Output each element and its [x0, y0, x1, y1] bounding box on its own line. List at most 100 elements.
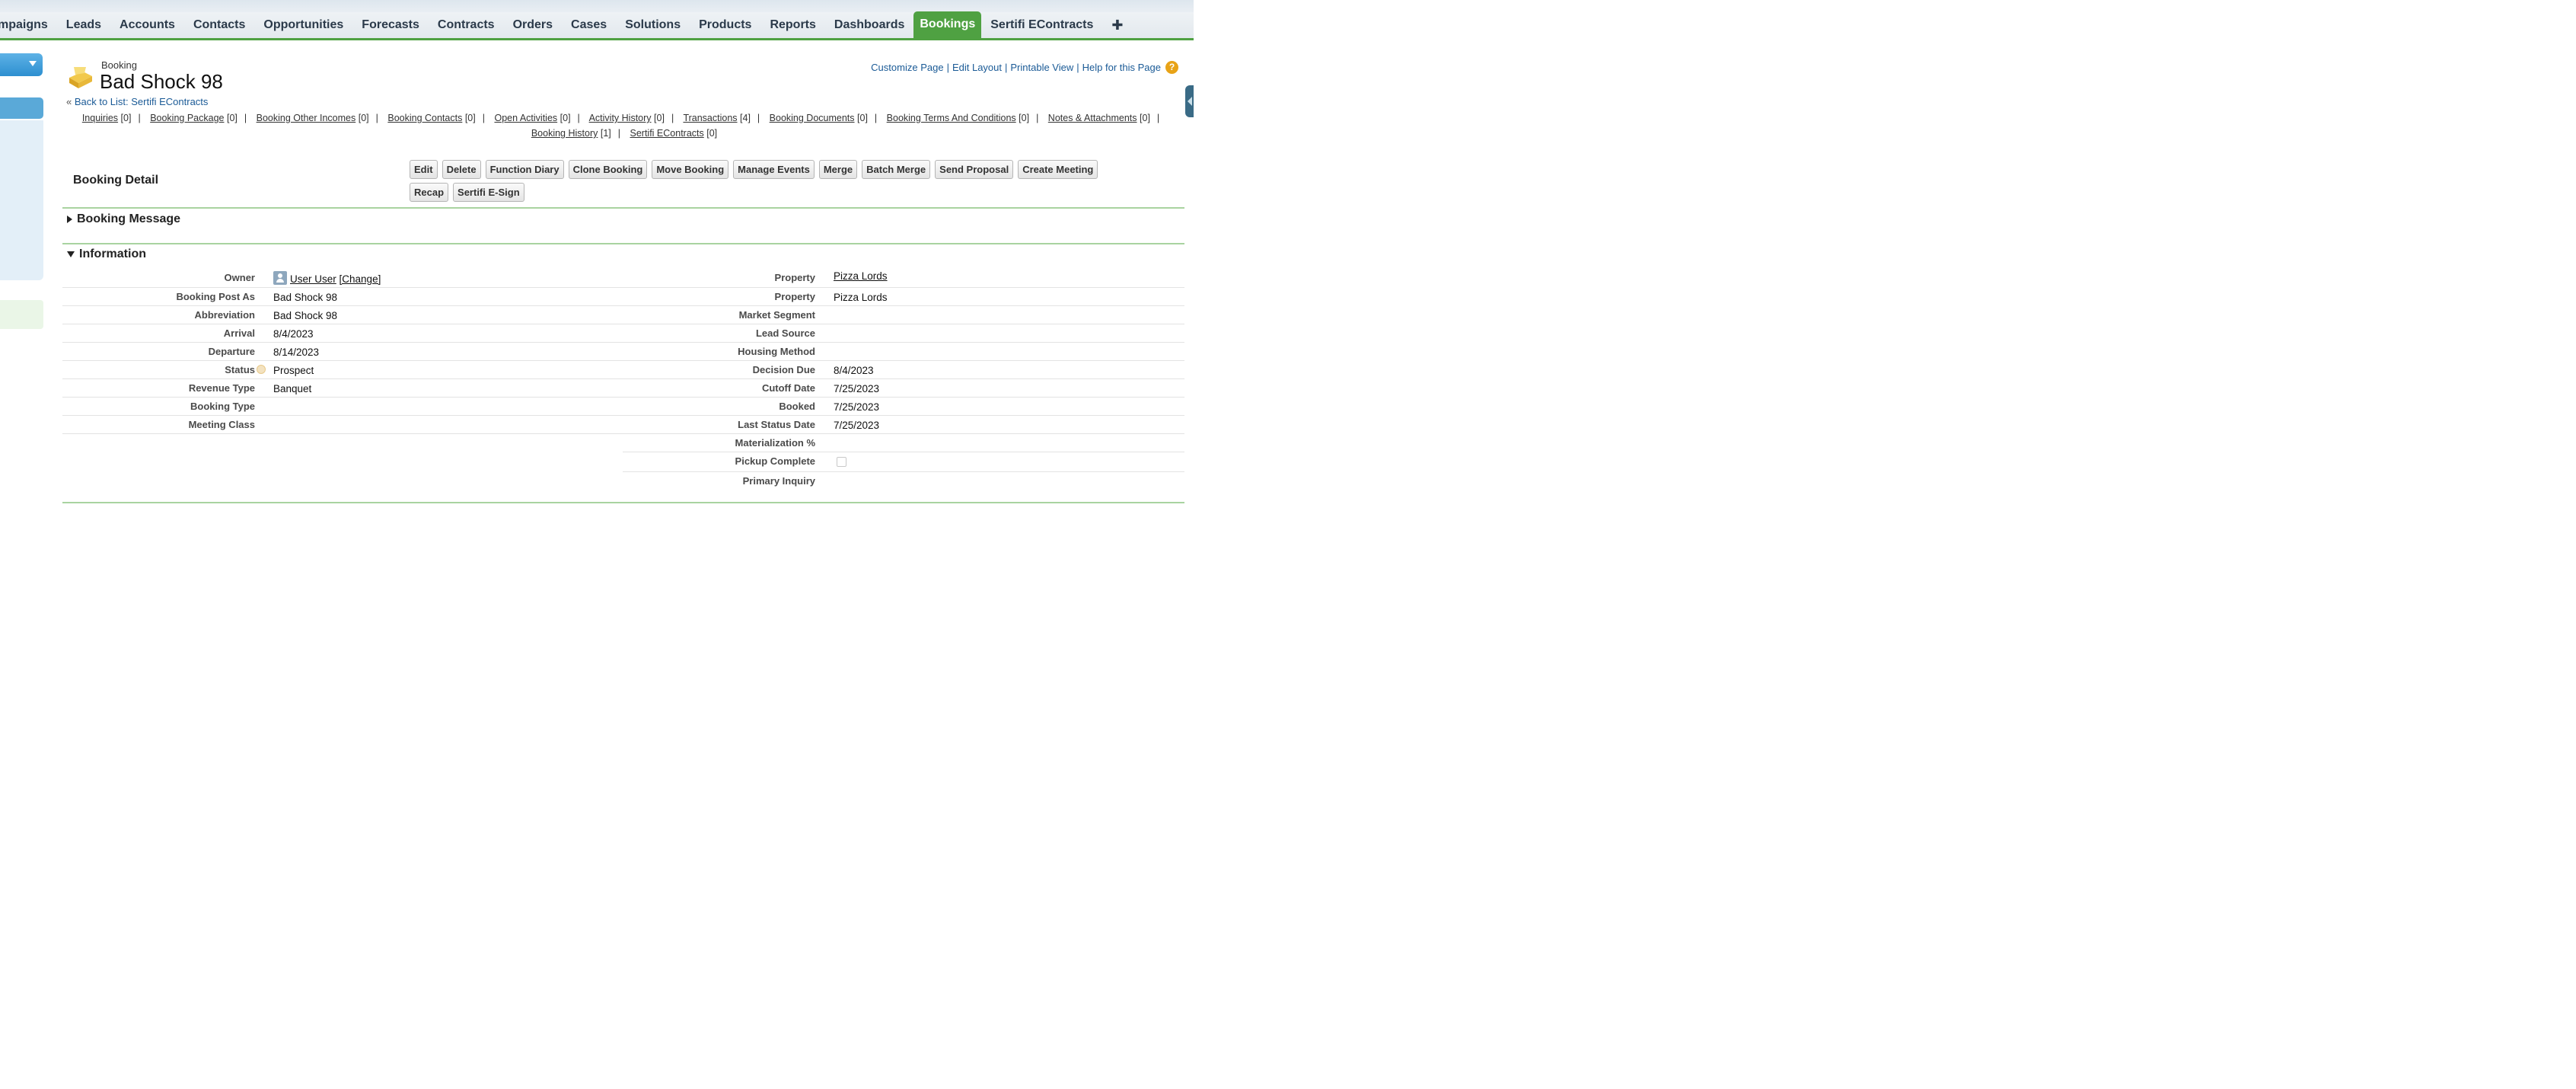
tab-dashboards[interactable]: Dashboards [825, 12, 913, 38]
field-row-property: Property Pizza Lords [623, 288, 1184, 306]
related-count: [0] [464, 113, 476, 123]
sidebar-header [0, 97, 43, 119]
field-row-pickup-complete: Pickup Complete [623, 452, 1184, 472]
tab-products[interactable]: Products [690, 12, 760, 38]
tab-opportunities[interactable]: Opportunities [254, 12, 352, 38]
move-booking-button[interactable]: Move Booking [652, 160, 729, 179]
related-separator: | [1036, 113, 1039, 123]
field-label: Last Status Date [738, 419, 815, 430]
create-meeting-button[interactable]: Create Meeting [1018, 160, 1098, 179]
field-value [837, 457, 846, 469]
field-row-lead-source: Lead Source [623, 324, 1184, 343]
field-row-last-status-date: Last Status Date 7/25/2023 [623, 416, 1184, 434]
info-icon[interactable] [257, 365, 266, 374]
field-label: Market Segment [738, 309, 815, 321]
field-value: User User [Change] [273, 271, 381, 285]
field-row-booking-post-as: Booking Post As Bad Shock 98 [62, 288, 623, 306]
delete-button[interactable]: Delete [442, 160, 481, 179]
field-value: 7/25/2023 [834, 401, 880, 413]
field-value: 7/25/2023 [834, 383, 880, 394]
related-link-booking-other-incomes[interactable]: Booking Other Incomes [257, 113, 356, 123]
related-link-notes-attachments[interactable]: Notes & Attachments [1048, 113, 1137, 123]
owner-link[interactable]: User User [290, 273, 336, 285]
add-tab-plus-icon[interactable]: ✚ [1102, 12, 1132, 38]
clone-booking-button[interactable]: Clone Booking [568, 160, 648, 179]
sidebar-green-panel [0, 300, 43, 329]
field-row-decision-due: Decision Due 8/4/2023 [623, 361, 1184, 379]
section-divider [62, 502, 1184, 503]
field-value: Banquet [273, 383, 312, 394]
related-link-inquiries[interactable]: Inquiries [82, 113, 118, 123]
related-link-open-activities[interactable]: Open Activities [494, 113, 557, 123]
related-link-booking-terms[interactable]: Booking Terms And Conditions [887, 113, 1016, 123]
field-row-departure: Departure 8/14/2023 [62, 343, 623, 361]
record-type-label: Booking [101, 59, 137, 71]
related-link-booking-package[interactable]: Booking Package [150, 113, 224, 123]
link-separator: | [1005, 62, 1008, 73]
field-label: Arrival [223, 327, 255, 339]
expand-arrow-icon [67, 216, 72, 223]
pickup-complete-checkbox [837, 457, 846, 467]
dropdown-caret-icon [29, 61, 37, 66]
field-label: Booking Type [190, 401, 255, 412]
collapse-arrow-icon [67, 251, 75, 257]
related-link-transactions[interactable]: Transactions [683, 113, 737, 123]
tab-leads[interactable]: Leads [57, 12, 110, 38]
merge-button[interactable]: Merge [818, 160, 858, 179]
sidebar-create-new-dropdown[interactable] [0, 53, 43, 76]
related-list-links-row-2: Booking History [1] | Sertifi EContracts … [61, 128, 1188, 139]
change-owner-link[interactable]: [Change] [340, 273, 381, 285]
recap-button[interactable]: Recap [410, 183, 449, 202]
edit-layout-link[interactable]: Edit Layout [952, 62, 1002, 73]
related-separator: | [874, 113, 878, 123]
related-link-booking-history[interactable]: Booking History [531, 128, 598, 139]
sidebar-panel [0, 120, 43, 280]
related-link-booking-documents[interactable]: Booking Documents [770, 113, 855, 123]
booking-message-section[interactable]: Booking Message [67, 212, 180, 226]
tab-orders[interactable]: Orders [504, 12, 562, 38]
tab-forecasts[interactable]: Forecasts [352, 12, 429, 38]
customize-page-link[interactable]: Customize Page [871, 62, 943, 73]
tab-cases[interactable]: Cases [562, 12, 616, 38]
related-separator: | [757, 113, 760, 123]
tab-bookings[interactable]: Bookings [913, 11, 982, 38]
information-section[interactable]: Information [67, 248, 146, 261]
related-separator: | [671, 113, 674, 123]
field-label: Pickup Complete [735, 455, 815, 467]
property-link[interactable]: Pizza Lords [834, 270, 888, 282]
tab-campaigns[interactable]: mpaigns [0, 12, 57, 38]
booking-detail-title: Booking Detail [73, 174, 159, 187]
field-value: 7/25/2023 [834, 420, 880, 431]
related-link-activity-history[interactable]: Activity History [589, 113, 652, 123]
tab-sertifi-econtracts[interactable]: Sertifi EContracts [981, 12, 1102, 38]
help-link[interactable]: Help for this Page [1082, 62, 1161, 73]
field-label: Primary Inquiry [742, 475, 815, 487]
back-to-list-link[interactable]: Back to List: Sertifi EContracts [75, 96, 209, 107]
page-title: Bad Shock 98 [100, 70, 223, 93]
field-value: Prospect [273, 365, 314, 376]
tab-accounts[interactable]: Accounts [110, 12, 184, 38]
help-icon[interactable]: ? [1165, 61, 1178, 74]
edit-button[interactable]: Edit [410, 160, 438, 179]
related-count: [4] [740, 113, 751, 123]
field-row-abbreviation: Abbreviation Bad Shock 98 [62, 306, 623, 324]
related-count: [0] [706, 128, 718, 139]
related-link-sertifi-econtracts[interactable]: Sertifi EContracts [630, 128, 704, 139]
field-label: Materialization % [735, 437, 815, 449]
batch-merge-button[interactable]: Batch Merge [862, 160, 931, 179]
tab-contacts[interactable]: Contacts [184, 12, 254, 38]
related-separator: | [1156, 113, 1160, 123]
tab-contracts[interactable]: Contracts [429, 12, 504, 38]
function-diary-button[interactable]: Function Diary [485, 160, 564, 179]
link-separator: | [1076, 62, 1079, 73]
link-separator: | [946, 62, 949, 73]
related-link-booking-contacts[interactable]: Booking Contacts [387, 113, 462, 123]
sertifi-esign-button[interactable]: Sertifi E-Sign [453, 183, 524, 202]
status-label-text: Status [225, 364, 255, 375]
send-proposal-button[interactable]: Send Proposal [935, 160, 1014, 179]
printable-view-link[interactable]: Printable View [1010, 62, 1073, 73]
field-value: 8/4/2023 [273, 328, 314, 340]
tab-solutions[interactable]: Solutions [616, 12, 690, 38]
manage-events-button[interactable]: Manage Events [733, 160, 815, 179]
tab-reports[interactable]: Reports [760, 12, 824, 38]
